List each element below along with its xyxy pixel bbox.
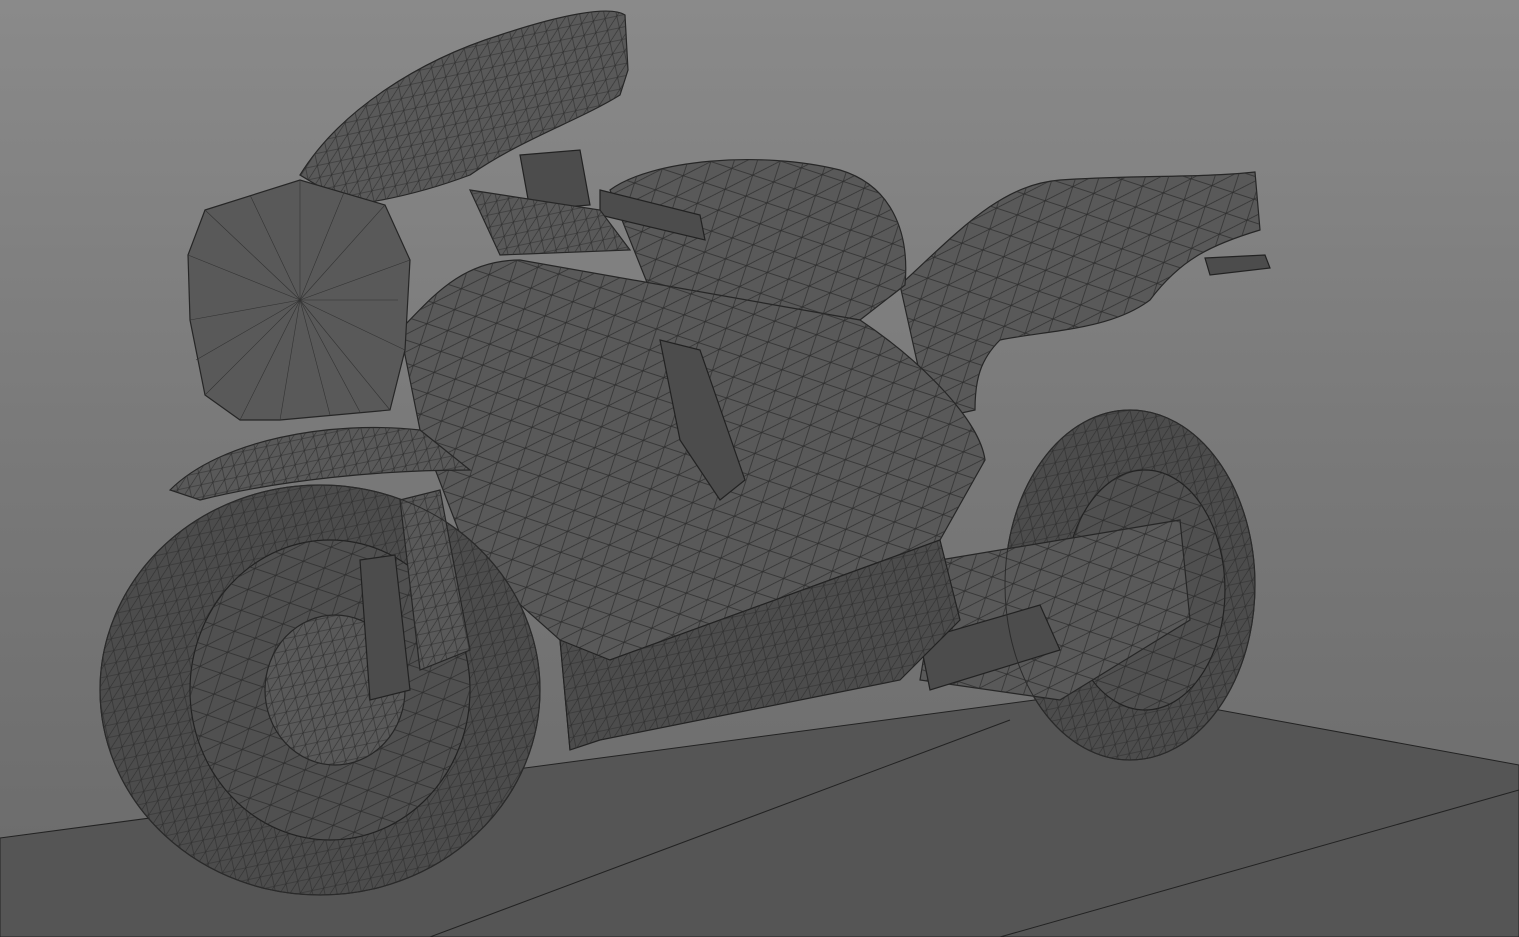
headlight xyxy=(187,179,411,421)
3d-viewport[interactable] xyxy=(0,0,1519,937)
scene-canvas[interactable] xyxy=(0,0,1519,937)
front-wheel xyxy=(99,484,541,896)
tail-section xyxy=(899,171,1271,421)
